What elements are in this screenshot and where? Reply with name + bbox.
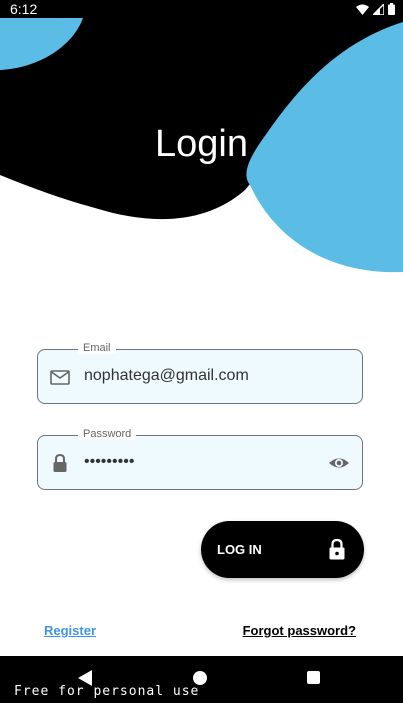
email-field[interactable]: Email nophatega@gmail.com [37,342,363,404]
mail-icon [50,370,70,385]
status-icons [356,2,395,16]
battery-icon [388,3,395,15]
password-value: ••••••••• [84,453,135,470]
status-time: 6:12 [10,1,38,17]
login-button-label: LOG IN [217,542,262,557]
signal-icon [373,3,384,15]
register-link[interactable]: Register [44,623,96,638]
watermark-text: Free for personal use [14,684,200,699]
wifi-icon [356,4,369,15]
eye-icon[interactable] [328,454,350,472]
lock-icon [329,538,345,560]
forgot-password-link[interactable]: Forgot password? [243,623,356,638]
password-label: Password [78,428,137,440]
status-bar: 6:12 [0,0,403,18]
email-label: Email [78,342,116,354]
page-title: Login [155,123,248,165]
password-field[interactable]: Password ••••••••• [37,428,363,490]
lock-icon [53,453,67,472]
home-icon[interactable] [193,671,207,685]
email-value: nophatega@gmail.com [84,367,249,384]
login-button[interactable]: LOG IN [201,521,364,578]
recent-apps-icon[interactable] [307,671,320,684]
